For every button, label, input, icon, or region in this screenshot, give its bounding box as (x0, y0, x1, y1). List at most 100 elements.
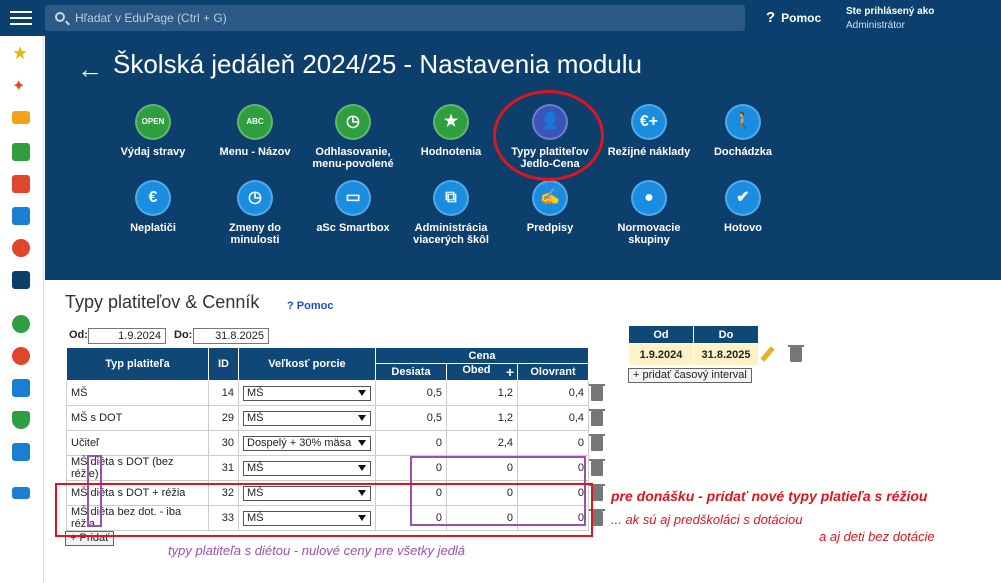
tile-label: Hotovo (724, 222, 762, 234)
tile-icon: ★ (433, 104, 469, 140)
cell-obed[interactable]: 1,2 (446, 405, 518, 431)
interval-table: Od Do 1.9.2024 31.8.2025 (628, 325, 759, 366)
tile-icon: ✍ (532, 180, 568, 216)
cell-desiata[interactable]: 0,5 (375, 380, 447, 406)
cell-velkost[interactable]: MŠ (238, 380, 376, 406)
mail-icon[interactable] (12, 111, 30, 124)
check-icon[interactable] (12, 315, 30, 333)
col-desiata: Desiata (375, 363, 447, 381)
do-label: Do: (174, 329, 193, 341)
magic-wand-icon[interactable]: ✦ (12, 78, 30, 96)
tile-label: Odhlasovanie, menu-povolené (312, 146, 394, 170)
cell-typ: Učiteľ (66, 430, 209, 456)
back-arrow-icon[interactable]: ← (77, 54, 103, 85)
tile-icon: ▭ (335, 180, 371, 216)
delete-interval-icon[interactable] (788, 345, 804, 362)
tile-label: Normovacie skupiny (617, 222, 681, 246)
tile-tiles_row2-0[interactable]: € Neplatiči (103, 180, 203, 234)
cell-velkost[interactable]: Dospelý + 30% mäsa (238, 430, 376, 456)
content-area: Typy platiteľov & Cenník ? Pomoc Od: 1.9… (45, 280, 1001, 583)
annotation-red-1: pre donášku - pridať nové typy platieľa … (611, 488, 928, 504)
tile-tiles_row2-5[interactable]: ● Normovacie skupiny (599, 180, 699, 246)
delete-row-icon[interactable] (589, 434, 605, 451)
module-header: ← Školská jedáleň 2024/25 - Nastavenia m… (45, 36, 1001, 280)
table-row: Učiteľ 30 Dospelý + 30% mäsa 0 2,4 0 (66, 430, 589, 456)
cell-obed[interactable]: 1,2 (446, 380, 518, 406)
delete-row-icon[interactable] (589, 384, 605, 401)
col-obed-label: Obed (462, 364, 491, 376)
add-column-icon[interactable]: + (506, 364, 514, 380)
col-velkost: Veľkosť porcie (238, 347, 376, 381)
interval-do-header: Do (693, 325, 759, 344)
cell-olovrant[interactable]: 0,4 (517, 380, 589, 406)
delete-row-icon[interactable] (589, 459, 605, 476)
help-label: Pomoc (781, 11, 822, 25)
cell-id[interactable]: 31 (208, 455, 239, 481)
cell-id[interactable]: 29 (208, 405, 239, 431)
tile-icon: €+ (631, 104, 667, 140)
chart-icon[interactable] (12, 443, 30, 461)
col-olovrant: Olovrant (517, 363, 589, 381)
star-icon[interactable]: ★ (12, 44, 30, 62)
user-info[interactable]: Ste prihlásený ako Administrátor (846, 5, 934, 33)
portion-select[interactable]: MŠ (243, 385, 371, 401)
od-label: Od: (69, 329, 88, 341)
tile-icon: 🚶 (725, 104, 761, 140)
user-line2: Administrátor (846, 20, 905, 31)
tile-tiles_row1-3[interactable]: ★ Hodnotenia (401, 104, 501, 158)
delete-row-icon[interactable] (589, 409, 605, 426)
section-help-link[interactable]: ? Pomoc (287, 300, 333, 312)
portion-select[interactable]: MŠ (243, 410, 371, 426)
portion-select[interactable]: MŠ (243, 460, 371, 476)
help-button[interactable]: ? Pomoc (766, 9, 821, 26)
edit-pencil-icon[interactable] (760, 346, 775, 362)
tile-tiles_row1-2[interactable]: ◷ Odhlasovanie, menu-povolené (303, 104, 403, 170)
tile-tiles_row1-1[interactable]: ABC Menu - Názov (205, 104, 305, 158)
page-title: Školská jedáleň 2024/25 - Nastavenia mod… (113, 49, 643, 79)
briefcase-icon[interactable] (12, 379, 30, 397)
timetable-icon[interactable] (12, 175, 30, 193)
tile-tiles_row1-5[interactable]: €+ Režijné náklady (599, 104, 699, 158)
tile-tiles_row2-3[interactable]: ⧉ Administrácia viacerých škôl (401, 180, 501, 246)
cell-velkost[interactable]: MŠ (238, 405, 376, 431)
grades-icon[interactable] (12, 347, 30, 365)
tile-tiles_row2-6[interactable]: ✔ Hotovo (693, 180, 793, 234)
tile-label: Predpisy (526, 222, 574, 234)
tile-tiles_row2-4[interactable]: ✍ Predpisy (500, 180, 600, 234)
tile-tiles_row2-2[interactable]: ▭ aSc Smartbox (303, 180, 403, 234)
add-interval-button[interactable]: + pridať časový interval (628, 368, 752, 383)
tile-tiles_row2-1[interactable]: ◷ Zmeny do minulosti (205, 180, 305, 246)
interval-do: 31.8.2025 (693, 343, 759, 366)
cell-desiata[interactable]: 0 (375, 430, 447, 456)
tile-tiles_row1-6[interactable]: 🚶 Dochádzka (693, 104, 793, 158)
col-cena: Cena (375, 347, 589, 364)
cell-desiata[interactable]: 0,5 (375, 405, 447, 431)
user-icon[interactable] (12, 239, 30, 257)
home-icon[interactable] (12, 143, 30, 161)
search-placeholder: Hľadať v EduPage (Ctrl + G) (75, 11, 227, 25)
menu-icon[interactable] (10, 8, 32, 28)
search-icon (55, 12, 65, 22)
tile-icon: ● (631, 180, 667, 216)
annotation-red-2: ... ak sú aj predškoláci s dotáciou (611, 512, 803, 527)
cell-olovrant[interactable]: 0,4 (517, 405, 589, 431)
od-input[interactable]: 1.9.2024 (88, 328, 166, 344)
tile-tiles_row1-0[interactable]: OPEN Výdaj stravy (103, 104, 203, 158)
tile-label: Dochádzka (713, 146, 773, 158)
cell-id[interactable]: 14 (208, 380, 239, 406)
tile-label: Zmeny do minulosti (229, 222, 281, 246)
tile-icon: ABC (237, 104, 273, 140)
cell-olovrant[interactable]: 0 (517, 430, 589, 456)
question-icon: ? (766, 9, 776, 26)
shield-icon[interactable] (12, 411, 30, 429)
portion-select[interactable]: Dospelý + 30% mäsa (243, 435, 371, 451)
do-input[interactable]: 31.8.2025 (193, 328, 269, 344)
table-row: MŠ 14 MŠ 0,5 1,2 0,4 (66, 380, 589, 406)
document-icon[interactable] (12, 207, 30, 225)
cell-id[interactable]: 30 (208, 430, 239, 456)
cell-obed[interactable]: 2,4 (446, 430, 518, 456)
book-icon[interactable] (12, 487, 30, 499)
search-input[interactable]: Hľadať v EduPage (Ctrl + G) (45, 5, 745, 31)
cell-velkost[interactable]: MŠ (238, 455, 376, 481)
calendar-icon[interactable] (12, 271, 30, 289)
